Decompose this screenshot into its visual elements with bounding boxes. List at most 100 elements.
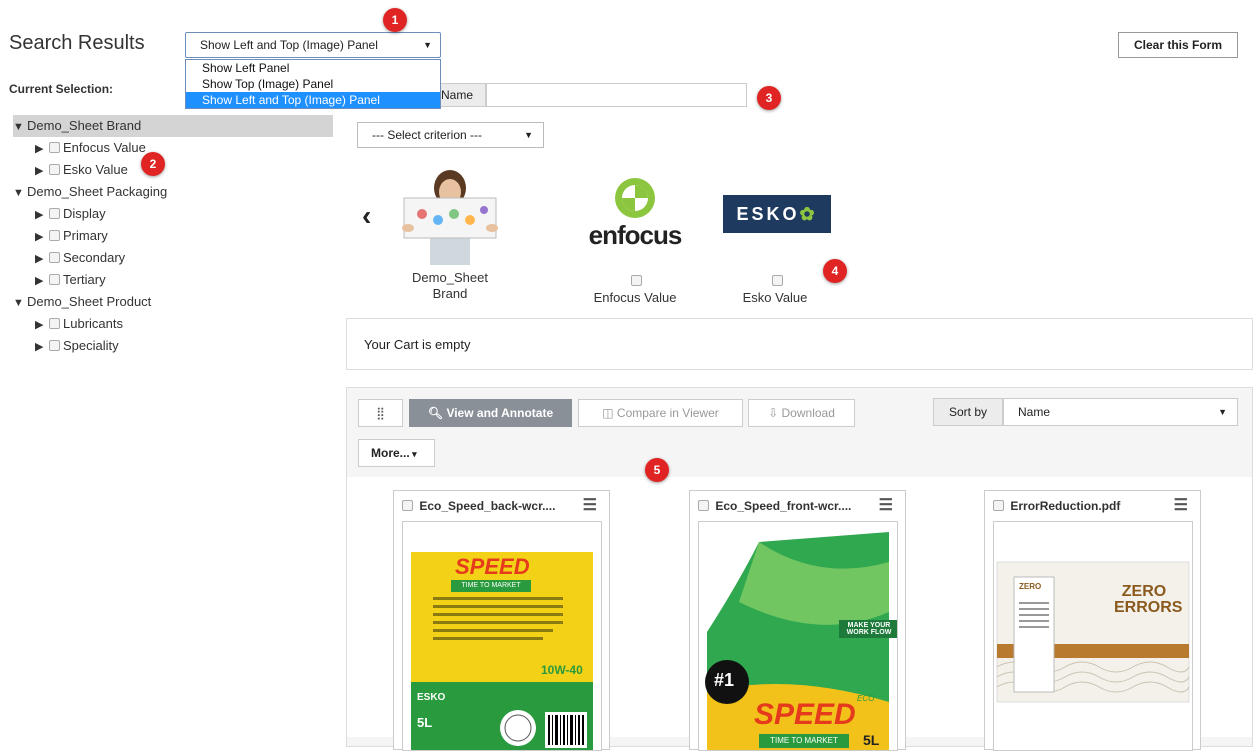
brand-label-line1: Demo_Sheet xyxy=(412,270,488,285)
checkbox[interactable] xyxy=(49,230,60,241)
esko-facet-label: Esko Value xyxy=(742,290,808,305)
grid-view-button[interactable]: ⣿ xyxy=(358,399,403,427)
tree-item-label: Lubricants xyxy=(63,316,123,331)
tree-item-enfocus-value[interactable]: ▶ Enfocus Value xyxy=(13,137,333,159)
checkbox[interactable] xyxy=(49,252,60,263)
chevron-down-icon: ▼ xyxy=(423,40,432,50)
criterion-select-value: --- Select criterion --- xyxy=(372,128,483,142)
enfocus-logo[interactable]: enfocus xyxy=(585,176,685,252)
label-tagline-text: TIME TO MARKET xyxy=(451,580,531,592)
panel-layout-dropdown: Show Left Panel Show Top (Image) Panel S… xyxy=(185,59,441,109)
tree-item-secondary[interactable]: ▶ Secondary xyxy=(13,247,333,269)
sort-by-select[interactable]: Name ▼ xyxy=(1003,398,1238,426)
triangle-right-icon: ▶ xyxy=(35,143,44,155)
triangle-right-icon: ▶ xyxy=(35,319,44,331)
tree-item-esko-value[interactable]: ▶ Esko Value xyxy=(13,159,333,181)
triangle-right-icon: ▶ xyxy=(35,165,44,177)
checkbox[interactable] xyxy=(49,208,60,219)
label-tagline-text: TIME TO MARKET xyxy=(759,734,849,748)
compare-label: Compare in Viewer xyxy=(616,406,719,420)
compare-viewer-button[interactable]: ◫ Compare in Viewer xyxy=(578,399,743,427)
caret-down-icon: ▾ xyxy=(409,449,417,459)
hamburger-menu-icon[interactable]: ☰ xyxy=(879,491,893,521)
panel-layout-select[interactable]: Show Left and Top (Image) Panel ▼ xyxy=(185,32,441,58)
view-annotate-button[interactable]: 🔍︎ View and Annotate xyxy=(409,399,572,427)
asset-checkbox[interactable] xyxy=(993,500,1004,511)
label-number-one-text: #1 xyxy=(714,670,735,690)
download-icon: ⇩ xyxy=(768,406,779,420)
name-search-input[interactable] xyxy=(486,83,747,107)
tree-item-label: Display xyxy=(63,206,106,221)
page-title: Search Results xyxy=(9,32,145,54)
asset-card[interactable]: Eco_Speed_back-wcr.... ☰ SPEED TIME TO M… xyxy=(393,490,610,751)
asset-name[interactable]: Eco_Speed_front-wcr.... xyxy=(715,499,851,513)
grid-icon: ⣿ xyxy=(376,406,385,420)
download-button[interactable]: ⇩ Download xyxy=(748,399,855,427)
cart-panel: Your Cart is empty xyxy=(346,318,1253,370)
asset-name[interactable]: ErrorReduction.pdf xyxy=(1010,499,1120,513)
asset-thumbnail[interactable]: ZERO ERRORS ZERO xyxy=(993,521,1193,751)
brand-facet-label: Demo_Sheet Brand xyxy=(398,270,502,302)
triangle-down-icon: ▼ xyxy=(13,297,24,309)
sort-by-value: Name xyxy=(1018,405,1051,419)
chevron-down-icon: ▼ xyxy=(1218,407,1227,417)
panel-layout-select-value: Show Left and Top (Image) Panel xyxy=(200,38,378,52)
compare-icon: ◫ xyxy=(602,406,614,420)
panel-option-top[interactable]: Show Top (Image) Panel xyxy=(186,76,440,92)
asset-card[interactable]: Eco_Speed_front-wcr.... ☰ MAKE YOUR WORK… xyxy=(689,490,906,751)
magnifier-icon: 🔍︎ xyxy=(427,406,444,420)
tree-item-label: Enfocus Value xyxy=(63,140,146,155)
more-button[interactable]: More... ▾ xyxy=(358,439,435,467)
tree-item-label: Primary xyxy=(63,228,108,243)
tree-group-packaging[interactable]: ▼ Demo_Sheet Packaging xyxy=(13,181,333,203)
brand-image[interactable] xyxy=(398,170,502,265)
clear-form-button[interactable]: Clear this Form xyxy=(1118,32,1238,58)
tree-group-label: Demo_Sheet Packaging xyxy=(27,184,168,199)
enfocus-logo-text: enfocus xyxy=(588,220,683,250)
triangle-down-icon: ▼ xyxy=(13,121,24,133)
asset-card-header: ErrorReduction.pdf ☰ xyxy=(985,491,1200,521)
tree-group-brand[interactable]: ▼ Demo_Sheet Brand xyxy=(13,115,333,137)
tree-item-speciality[interactable]: ▶ Speciality xyxy=(13,335,333,357)
tree-group-label: Demo_Sheet Brand xyxy=(27,118,142,133)
hamburger-menu-icon[interactable]: ☰ xyxy=(1174,491,1188,521)
asset-checkbox[interactable] xyxy=(698,500,709,511)
triangle-right-icon: ▶ xyxy=(35,231,44,243)
criterion-select[interactable]: --- Select criterion --- ▼ xyxy=(357,122,544,148)
enfocus-checkbox[interactable] xyxy=(631,275,642,286)
esko-logo[interactable]: ESKO✿ xyxy=(723,195,831,233)
asset-thumbnail[interactable]: SPEED TIME TO MARKET 10W-40 ESKO 5L xyxy=(402,521,602,751)
callout-badge-2: 2 xyxy=(141,152,165,176)
checkbox[interactable] xyxy=(49,274,60,285)
label-speed-text: SPEED xyxy=(754,698,856,731)
triangle-right-icon: ▶ xyxy=(35,275,44,287)
brand-label-line2: Brand xyxy=(432,286,468,301)
tree-item-lubricants[interactable]: ▶ Lubricants xyxy=(13,313,333,335)
esko-checkbox[interactable] xyxy=(772,275,783,286)
checkbox[interactable] xyxy=(49,318,60,329)
tree-item-display[interactable]: ▶ Display xyxy=(13,203,333,225)
panel-option-left-top[interactable]: Show Left and Top (Image) Panel xyxy=(186,92,440,108)
label-volume-text: 5L xyxy=(417,715,433,730)
callout-badge-5: 5 xyxy=(645,458,669,482)
asset-checkbox[interactable] xyxy=(402,500,413,511)
checkbox[interactable] xyxy=(49,340,60,351)
tree-item-tertiary[interactable]: ▶ Tertiary xyxy=(13,269,333,291)
tree-item-primary[interactable]: ▶ Primary xyxy=(13,225,333,247)
tree-group-product[interactable]: ▼ Demo_Sheet Product xyxy=(13,291,333,313)
tree-item-label: Tertiary xyxy=(63,272,106,287)
tree-group-label: Demo_Sheet Product xyxy=(27,294,152,309)
enfocus-facet-label: Enfocus Value xyxy=(593,290,677,305)
sort-by-label: Sort by xyxy=(933,398,1003,426)
asset-thumbnail[interactable]: MAKE YOUR WORK FLOW #1 SPEED ECO TIME TO… xyxy=(698,521,898,751)
hamburger-menu-icon[interactable]: ☰ xyxy=(583,491,597,521)
tree-item-label: Speciality xyxy=(63,338,119,353)
checkbox[interactable] xyxy=(49,142,60,153)
asset-card[interactable]: ErrorReduction.pdf ☰ ZERO ERRORS ZERO xyxy=(984,490,1201,751)
asset-name[interactable]: Eco_Speed_back-wcr.... xyxy=(419,499,555,513)
checkbox[interactable] xyxy=(49,164,60,175)
chevron-left-icon[interactable]: ‹ xyxy=(362,200,371,232)
more-label: More... xyxy=(371,446,410,460)
panel-option-left[interactable]: Show Left Panel xyxy=(186,60,440,76)
tree-item-label: Esko Value xyxy=(63,162,128,177)
